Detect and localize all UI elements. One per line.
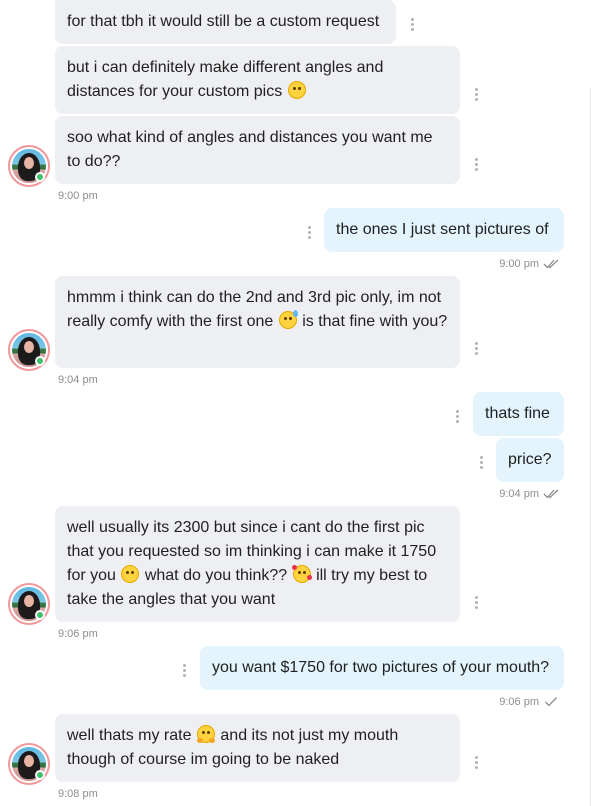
message-time: 9:06 pm [58, 628, 98, 640]
message-options-icon[interactable] [479, 456, 483, 470]
message-text: the ones I just sent pictures of [336, 221, 549, 238]
message-options-icon[interactable] [474, 756, 478, 770]
message-text: but i can definitely make different angl… [67, 59, 384, 100]
sweat-smile-emoji [278, 310, 298, 329]
message-text: soo what kind of angles and distances yo… [67, 129, 433, 170]
incoming-message[interactable]: well thats my rate and its not just my m… [55, 714, 460, 782]
outgoing-message[interactable]: you want $1750 for two pictures of your … [200, 646, 564, 690]
outgoing-message[interactable]: thats fine [473, 392, 564, 436]
smile-emoji [287, 81, 306, 99]
incoming-message[interactable]: but i can definitely make different angl… [55, 46, 460, 114]
outgoing-message[interactable]: the ones I just sent pictures of [324, 208, 564, 252]
hugging-emoji [196, 725, 215, 743]
sent-check-icon [544, 696, 558, 707]
incoming-message[interactable]: soo what kind of angles and distances yo… [55, 116, 460, 184]
online-status-dot [35, 172, 45, 182]
message-options-icon[interactable] [410, 18, 414, 32]
message-text: for that tbh it would still be a custom … [67, 13, 380, 30]
message-time: 9:00 pm [58, 190, 98, 202]
message-time: 9:04 pm [58, 374, 98, 386]
incoming-message[interactable]: well usually its 2300 but since i cant d… [55, 506, 460, 622]
message-text: you want $1750 for two pictures of your … [212, 659, 550, 676]
message-text: price? [508, 451, 552, 468]
message-options-icon[interactable] [307, 226, 311, 240]
message-time: 9:06 pm [499, 696, 539, 708]
contact-avatar[interactable] [8, 329, 50, 371]
read-receipt-icon [543, 258, 561, 269]
incoming-message[interactable]: for that tbh it would still be a custom … [55, 0, 396, 44]
online-status-dot [35, 770, 45, 780]
contact-avatar[interactable] [8, 145, 50, 187]
message-text: is that fine with you? [302, 313, 448, 330]
message-time: 9:04 pm [499, 488, 539, 500]
message-options-icon[interactable] [474, 88, 478, 102]
message-time: 9:08 pm [58, 788, 98, 800]
smiling-hearts-emoji [291, 565, 312, 583]
message-options-icon[interactable] [455, 410, 459, 424]
message-time: 9:00 pm [499, 258, 539, 270]
smile-emoji [121, 565, 140, 583]
message-options-icon[interactable] [474, 596, 478, 610]
read-receipt-icon [543, 488, 561, 499]
contact-avatar[interactable] [8, 583, 50, 625]
message-text: well thats my rate [67, 727, 192, 744]
online-status-dot [35, 356, 45, 366]
message-options-icon[interactable] [474, 158, 478, 172]
contact-avatar[interactable] [8, 743, 50, 785]
incoming-message[interactable]: hmmm i think can do the 2nd and 3rd pic … [55, 276, 460, 368]
online-status-dot [35, 610, 45, 620]
message-options-icon[interactable] [474, 342, 478, 356]
message-text: what do you think?? [144, 567, 288, 584]
message-options-icon[interactable] [182, 664, 186, 678]
outgoing-message[interactable]: price? [496, 438, 564, 482]
message-text: thats fine [485, 405, 550, 422]
